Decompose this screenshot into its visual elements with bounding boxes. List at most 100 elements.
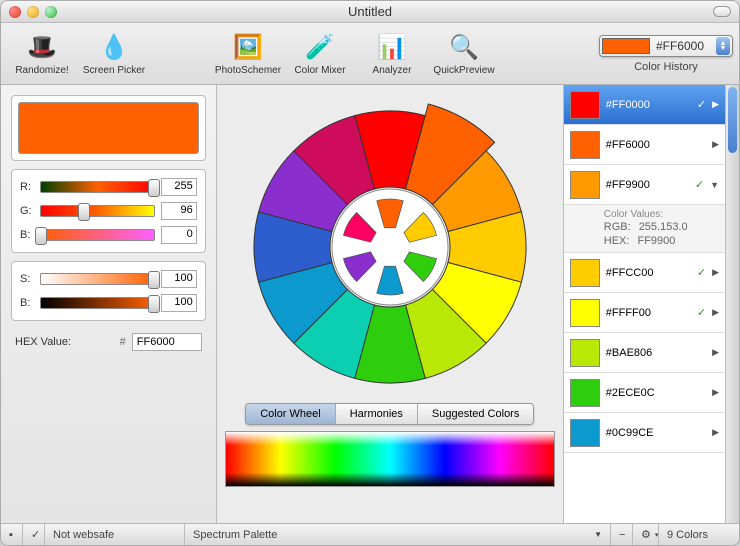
s-slider[interactable]	[40, 273, 155, 285]
screen-picker-button[interactable]: 💧 Screen Picker	[79, 26, 149, 82]
disclosure-arrow-icon[interactable]: ▶	[712, 427, 719, 438]
g-slider[interactable]	[40, 205, 155, 217]
tab-color-wheel[interactable]: Color Wheel	[246, 404, 336, 424]
photoschemer-button[interactable]: 🖼️ PhotoSchemer	[213, 26, 283, 82]
history-swatch	[570, 91, 600, 119]
eyedropper-icon: 💧	[98, 31, 130, 63]
rgb-sliders: R: 255 G: 96 B: 0	[11, 169, 206, 253]
randomize-button[interactable]: 🎩 Randomize!	[7, 26, 77, 82]
hex-hash: #	[120, 336, 126, 348]
history-swatch	[570, 259, 600, 287]
current-color-swatch	[18, 102, 199, 154]
history-swatch	[570, 419, 600, 447]
disclosure-arrow-icon[interactable]: ▶	[712, 99, 719, 110]
hex-dropdown-swatch	[602, 38, 650, 54]
r-label: R:	[20, 181, 34, 193]
history-item[interactable]: #FFCC00 ✓ ▶	[564, 253, 725, 293]
g-label: G:	[20, 205, 34, 217]
mixer-icon: 🧪	[304, 31, 336, 63]
history-hex: #2ECE0C	[606, 387, 706, 399]
disclosure-arrow-icon[interactable]: ▶	[712, 139, 719, 150]
status-swatch-button[interactable]: ▪	[1, 524, 23, 545]
history-scrollbar[interactable]	[725, 85, 739, 523]
status-gear-button[interactable]: ⚙▾	[633, 524, 659, 545]
analyzer-button[interactable]: 📊 Analyzer	[357, 26, 427, 82]
history-item[interactable]: #2ECE0C ▶	[564, 373, 725, 413]
status-minus-button[interactable]: −	[611, 524, 633, 545]
status-count: 9 Colors	[659, 524, 739, 545]
b2-value[interactable]: 100	[161, 294, 197, 312]
left-panel: R: 255 G: 96 B: 0 S:	[1, 85, 217, 523]
zoom-button[interactable]	[45, 6, 57, 18]
history-item[interactable]: #0C99CE ▶	[564, 413, 725, 453]
titlebar: Untitled	[1, 1, 739, 23]
history-hex: #BAE806	[606, 347, 706, 359]
analyzer-icon: 📊	[376, 31, 408, 63]
sb-sliders: S: 100 B: 100	[11, 261, 206, 321]
history-hex: #FF6000	[606, 139, 706, 151]
disclosure-arrow-icon[interactable]: ▶	[712, 267, 719, 278]
history-item[interactable]: #FF9900 ✓ ▼	[564, 165, 725, 205]
center-tabs: Color Wheel Harmonies Suggested Colors	[245, 403, 534, 425]
history-hex: #0C99CE	[606, 427, 706, 439]
g-value[interactable]: 96	[161, 202, 197, 220]
toolbar-toggle-button[interactable]	[713, 6, 731, 17]
color-history-label: Color History	[634, 61, 698, 73]
history-hex: #FF0000	[606, 99, 691, 111]
hex-dropdown[interactable]: #FF6000 ▲▼	[599, 35, 733, 57]
minimize-button[interactable]	[27, 6, 39, 18]
check-icon: ✓	[697, 306, 706, 319]
color-wheel[interactable]	[240, 97, 540, 397]
b2-label: B:	[20, 297, 34, 309]
history-swatch	[570, 171, 600, 199]
tab-harmonies[interactable]: Harmonies	[336, 404, 418, 424]
history-swatch	[570, 299, 600, 327]
toolbar: 🎩 Randomize! 💧 Screen Picker 🖼️ PhotoSch…	[1, 23, 739, 85]
status-check-button[interactable]: ✓	[23, 524, 45, 545]
check-icon: ✓	[695, 178, 704, 191]
center-panel: Color Wheel Harmonies Suggested Colors	[217, 85, 563, 523]
r-value[interactable]: 255	[161, 178, 197, 196]
s-label: S:	[20, 273, 34, 285]
disclosure-arrow-icon[interactable]: ▶	[712, 387, 719, 398]
close-button[interactable]	[9, 6, 21, 18]
tab-suggested-colors[interactable]: Suggested Colors	[418, 404, 533, 424]
stepper-arrows-icon[interactable]: ▲▼	[716, 37, 730, 55]
b-slider[interactable]	[40, 229, 155, 241]
hex-dropdown-value: #FF6000	[650, 39, 716, 53]
spectrum-palette[interactable]	[225, 431, 555, 487]
history-swatch	[570, 339, 600, 367]
check-icon: ✓	[697, 98, 706, 111]
history-item[interactable]: #BAE806 ▶	[564, 333, 725, 373]
quickpreview-button[interactable]: 🔍 QuickPreview	[429, 26, 499, 82]
window-title: Untitled	[1, 4, 739, 19]
b-value[interactable]: 0	[161, 226, 197, 244]
disclosure-arrow-icon[interactable]: ▶	[712, 307, 719, 318]
history-swatch	[570, 379, 600, 407]
photo-icon: 🖼️	[232, 31, 264, 63]
magic-hat-icon: 🎩	[26, 31, 58, 63]
status-websafe: Not websafe	[45, 524, 185, 545]
current-swatch-box	[11, 95, 206, 161]
history-item[interactable]: #FF6000 ▶	[564, 125, 725, 165]
magnifier-icon: 🔍	[448, 31, 480, 63]
history-item[interactable]: #FFFF00 ✓ ▶	[564, 293, 725, 333]
history-hex: #FFCC00	[606, 267, 691, 279]
color-history-panel: #FF0000 ✓ ▶ #FF6000 ▶ #FF9900 ✓ ▼Color V…	[563, 85, 739, 523]
s-value[interactable]: 100	[161, 270, 197, 288]
history-item[interactable]: #FF0000 ✓ ▶	[564, 85, 725, 125]
history-color-values: Color Values: RGB:255.153.0 HEX:FF9900	[564, 205, 725, 253]
hex-input[interactable]	[132, 333, 202, 351]
status-bar: ▪ ✓ Not websafe Spectrum Palette▼ − ⚙▾ 9…	[1, 523, 739, 545]
history-list: #FF0000 ✓ ▶ #FF6000 ▶ #FF9900 ✓ ▼Color V…	[564, 85, 725, 523]
check-icon: ✓	[697, 266, 706, 279]
status-spectrum[interactable]: Spectrum Palette▼	[185, 524, 611, 545]
b2-slider[interactable]	[40, 297, 155, 309]
r-slider[interactable]	[40, 181, 155, 193]
history-swatch	[570, 131, 600, 159]
color-mixer-button[interactable]: 🧪 Color Mixer	[285, 26, 355, 82]
disclosure-arrow-icon[interactable]: ▶	[712, 347, 719, 358]
history-hex: #FF9900	[606, 179, 689, 191]
b-label: B:	[20, 229, 34, 241]
disclosure-arrow-icon[interactable]: ▼	[710, 180, 719, 190]
